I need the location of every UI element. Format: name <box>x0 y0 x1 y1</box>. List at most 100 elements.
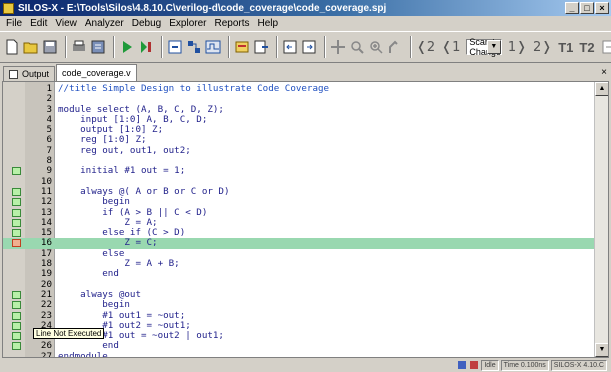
menu-explorer[interactable]: Explorer <box>165 18 210 29</box>
toolbar: ❬2 ❬1 Scan to Change ▼ 1❭ 2❭ T1 T2 <box>0 31 611 63</box>
t1-button[interactable]: T1 <box>558 40 573 55</box>
toolbar-separator <box>113 36 115 58</box>
close-icon[interactable]: × <box>601 67 607 78</box>
executed-icon <box>12 321 21 330</box>
prev-change-2-button[interactable]: ❬2 <box>416 40 435 55</box>
open-file-button[interactable] <box>23 36 39 58</box>
zoom-in-icon <box>370 41 383 54</box>
goto-line-button[interactable] <box>301 36 317 58</box>
executed-icon <box>12 311 21 320</box>
executed-icon <box>12 167 21 176</box>
scroll-down-icon[interactable]: ▼ <box>595 343 608 357</box>
new-file-icon <box>6 39 18 55</box>
code-text: end <box>58 268 119 280</box>
trace-icon <box>254 40 268 54</box>
code-editor[interactable]: 1//title Simple Design to illustrate Cod… <box>2 81 609 358</box>
toolbar-separator <box>228 36 230 58</box>
zoom-out-button[interactable] <box>349 36 365 58</box>
menu-edit[interactable]: Edit <box>26 18 51 29</box>
trace-button[interactable] <box>253 36 269 58</box>
toolbar-separator <box>276 36 278 58</box>
next-change-2-button[interactable]: 2❭ <box>533 40 552 55</box>
menu-view[interactable]: View <box>51 18 81 29</box>
close-button[interactable]: × <box>595 2 609 14</box>
zoom-full-icon <box>389 40 398 53</box>
status-icon <box>458 361 467 369</box>
print-button[interactable] <box>71 36 87 58</box>
status-state: Idle <box>481 359 499 371</box>
code-area[interactable]: 1//title Simple Design to illustrate Cod… <box>3 83 596 357</box>
status-version: SILOS-X 4.10.C <box>550 359 607 371</box>
next-change-1-button[interactable]: 1❭ <box>508 40 527 55</box>
executed-icon <box>12 218 21 227</box>
breakpoint-button[interactable] <box>234 36 250 58</box>
code-line[interactable]: 22 begin <box>3 299 596 311</box>
breakpoint-icon <box>235 41 249 53</box>
step-button[interactable] <box>138 36 154 58</box>
line-number: 22 <box>40 299 52 311</box>
executed-icon <box>12 208 21 217</box>
toolbar-separator <box>324 36 326 58</box>
code-line[interactable]: 1//title Simple Design to illustrate Cod… <box>3 83 596 94</box>
goto-icon <box>283 40 297 54</box>
explorer-button[interactable] <box>186 36 202 58</box>
run-button[interactable] <box>119 36 135 58</box>
code-line[interactable]: 9 initial #1 out = 1; <box>3 166 596 176</box>
maximize-button[interactable]: □ <box>580 2 594 14</box>
prev-change-1-button[interactable]: ❬1 <box>441 40 460 55</box>
zoom-full-button[interactable] <box>387 36 403 58</box>
clock-icon <box>602 40 611 54</box>
compile-button[interactable] <box>90 36 106 58</box>
minimize-button[interactable]: _ <box>565 2 579 14</box>
menu-help[interactable]: Help <box>254 18 283 29</box>
status-icon <box>470 361 479 369</box>
chevron-down-icon[interactable]: ▼ <box>486 40 501 54</box>
menu-file[interactable]: File <box>2 18 26 29</box>
tab-code-coverage[interactable]: code_coverage.v <box>56 64 137 81</box>
toolbar-separator <box>161 36 163 58</box>
menu-reports[interactable]: Reports <box>210 18 253 29</box>
tab-bar: Output code_coverage.v <box>0 64 611 81</box>
waveform-icon <box>205 40 221 54</box>
code-text: //title Simple Design to illustrate Code… <box>58 83 330 94</box>
new-file-button[interactable] <box>4 36 20 58</box>
executed-icon <box>12 342 21 351</box>
t2-button[interactable]: T2 <box>579 40 594 55</box>
clock-button[interactable] <box>601 36 611 58</box>
executed-icon <box>12 332 21 341</box>
code-text: initial #1 out = 1; <box>58 165 186 177</box>
scroll-up-icon[interactable]: ▲ <box>595 82 608 96</box>
zoom-fit-icon <box>331 40 345 54</box>
executed-icon <box>12 187 21 196</box>
scan-mode-select[interactable]: Scan to Change ▼ <box>466 37 502 57</box>
window-title: SILOS-X - E:\Tools\Silos\4.8.10.C\verilo… <box>18 2 387 14</box>
compile-icon <box>91 40 105 54</box>
goto-button[interactable] <box>282 36 298 58</box>
code-text: begin <box>58 299 130 311</box>
menu-debug[interactable]: Debug <box>128 18 165 29</box>
output-icon <box>9 69 18 79</box>
goto-line-icon <box>302 40 316 54</box>
executed-icon <box>12 229 21 238</box>
tab-output-label: Output <box>22 69 50 79</box>
save-button[interactable] <box>42 36 58 58</box>
menu-analyzer[interactable]: Analyzer <box>81 18 128 29</box>
zoom-in-button[interactable] <box>368 36 384 58</box>
tab-output[interactable]: Output <box>3 66 56 81</box>
print-icon <box>73 40 85 51</box>
stop-icon <box>168 40 182 54</box>
tooltip: Line Not Executed <box>33 328 105 339</box>
code-line[interactable]: 19 end <box>3 268 596 280</box>
stop-button[interactable] <box>167 36 183 58</box>
explorer-icon <box>188 41 200 53</box>
executed-icon <box>12 198 21 207</box>
executed-icon <box>12 290 21 299</box>
toolbar-separator <box>410 36 412 58</box>
toolbar-separator <box>65 36 67 58</box>
zoom-fit-button[interactable] <box>330 36 346 58</box>
vertical-scrollbar[interactable]: ▲ ▼ <box>594 82 608 357</box>
zoom-out-icon <box>351 41 364 54</box>
waveform-button[interactable] <box>205 36 221 58</box>
code-line[interactable]: 7 reg out, out1, out2; <box>3 145 596 156</box>
tab-code-coverage-label: code_coverage.v <box>62 68 131 78</box>
